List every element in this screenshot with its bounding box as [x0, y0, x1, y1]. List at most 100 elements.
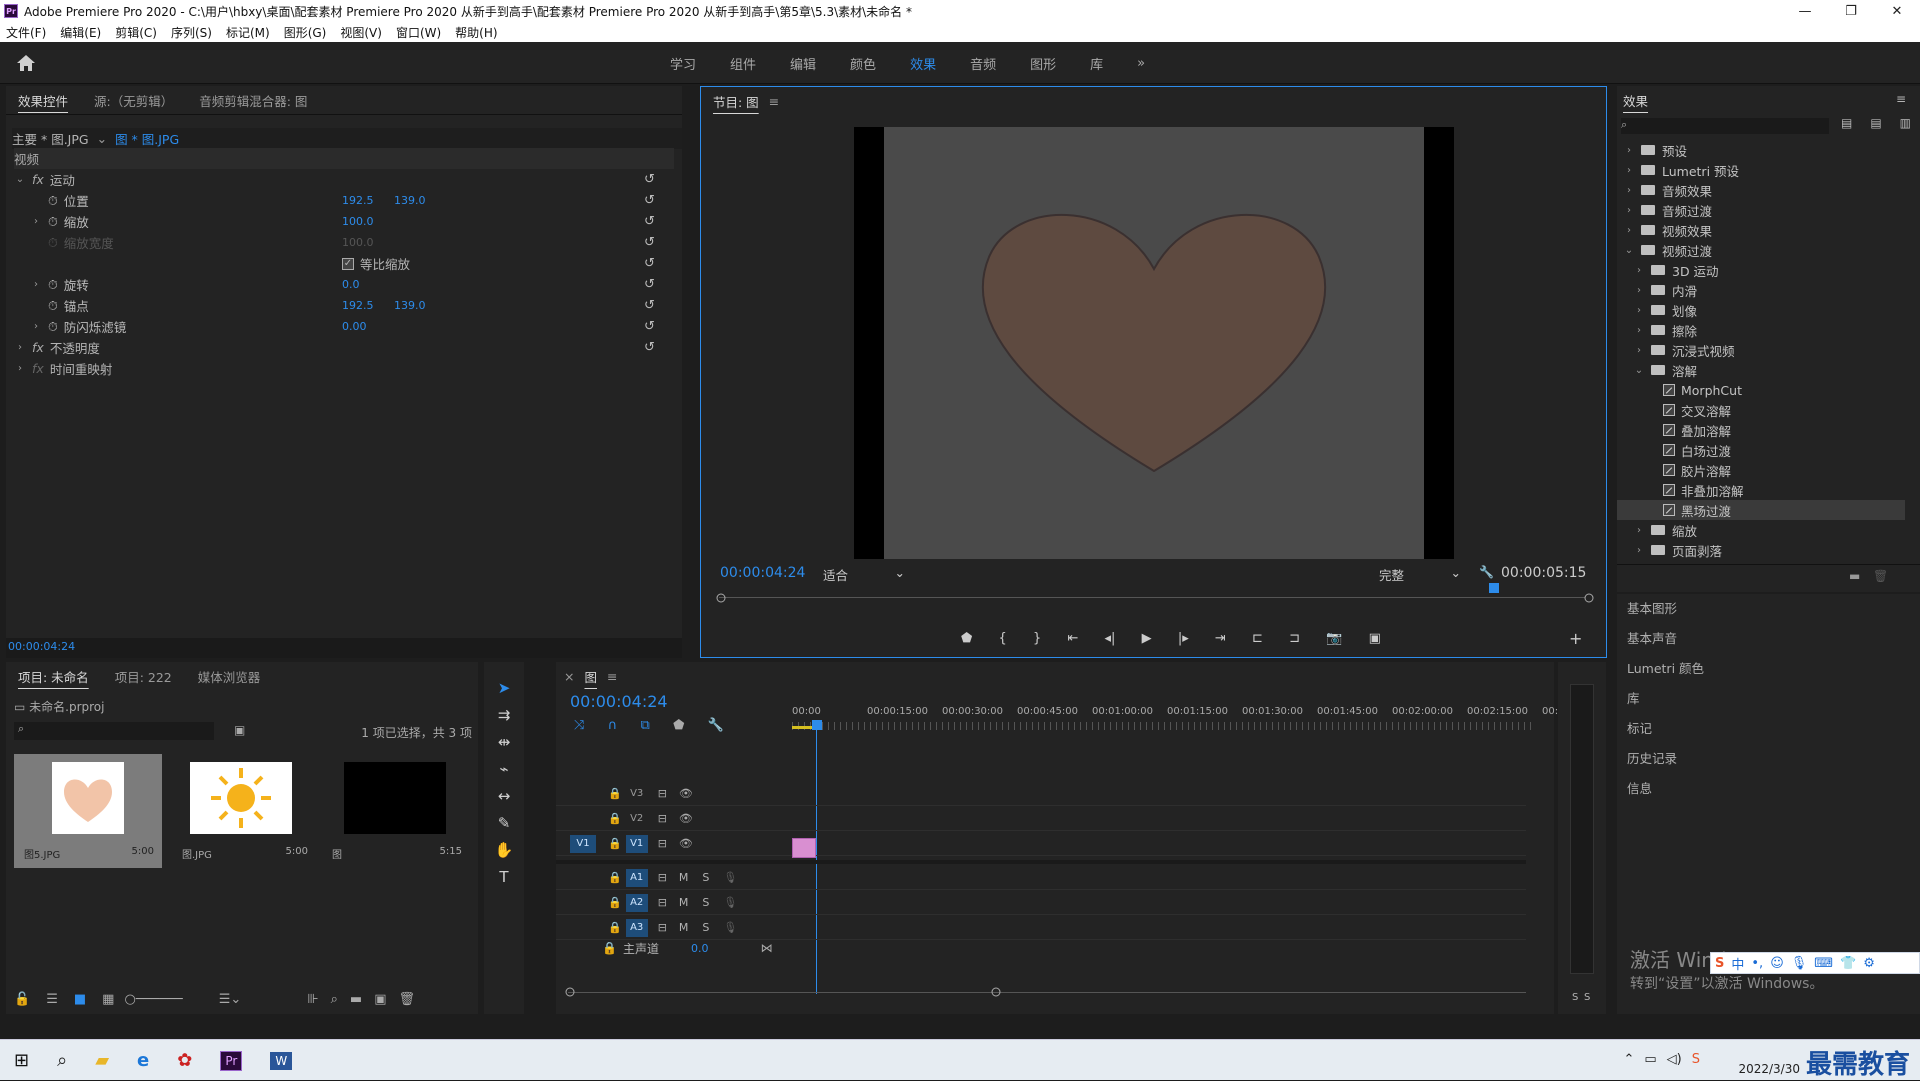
stopwatch-icon[interactable]: ⏱	[48, 193, 58, 209]
effects-folder[interactable]: › 划像	[1633, 300, 1920, 320]
effect-item[interactable]: 非叠加溶解	[1643, 480, 1920, 500]
tab-audio-clip-mixer[interactable]: 音频剪辑混合器: 图	[199, 91, 307, 110]
panel-menu-icon[interactable]: ≡	[769, 94, 779, 109]
stopwatch-icon[interactable]: ⏱	[48, 277, 58, 293]
side-markers[interactable]: 标记	[1627, 718, 1652, 737]
effects-folder[interactable]: › 缩放	[1633, 520, 1920, 540]
tab-media-browser[interactable]: 媒体浏览器	[198, 667, 261, 686]
workspace-libraries[interactable]: 库	[1090, 54, 1103, 73]
delete-icon[interactable]: 🗑	[1873, 569, 1888, 583]
mark-in-icon[interactable]: {	[999, 631, 1007, 649]
zoom-slider[interactable]: ○──────	[124, 992, 182, 1007]
side-essential-graphics[interactable]: 基本图形	[1627, 598, 1677, 617]
motion-row[interactable]: ⌄ fx 运动 ↺	[14, 169, 674, 190]
panel-menu-icon[interactable]: ≡	[1896, 92, 1906, 106]
selection-tool-icon[interactable]: ➤	[494, 678, 514, 698]
side-history[interactable]: 历史记录	[1627, 748, 1677, 767]
opacity-row[interactable]: › fx 不透明度 ↺	[14, 337, 674, 358]
start-icon[interactable]: ⊞	[14, 1050, 29, 1071]
menu-clip[interactable]: 剪辑(C)	[115, 24, 157, 41]
step-forward-icon[interactable]: |▸	[1178, 631, 1189, 649]
effects-folder[interactable]: › 3D 运动	[1633, 260, 1920, 280]
add-marker-icon[interactable]: ⬟	[961, 631, 972, 649]
mark-out-icon[interactable]: }	[1033, 631, 1041, 649]
side-libraries[interactable]: 库	[1627, 688, 1640, 707]
menu-sequence[interactable]: 序列(S)	[171, 24, 212, 41]
time-remap-row[interactable]: › fx 时间重映射	[14, 358, 674, 379]
reset-icon[interactable]: ↺	[644, 235, 658, 250]
search-icon[interactable]: ⌕	[57, 1050, 67, 1071]
clip-label[interactable]: 图 * 图.JPG	[115, 129, 179, 148]
reset-icon[interactable]: ↺	[644, 214, 658, 229]
microphone-icon[interactable]: 🎙	[723, 921, 737, 934]
minimize-button[interactable]: —	[1782, 0, 1828, 22]
sync-lock-icon[interactable]: ⊟	[658, 871, 667, 884]
eye-icon[interactable]: 👁	[679, 812, 693, 825]
find-icon[interactable]: ⌕	[331, 992, 338, 1007]
sort-icon[interactable]: ☰⌄	[219, 992, 242, 1007]
panel-menu-icon[interactable]: ≡	[607, 669, 617, 684]
reset-icon[interactable]: ↺	[644, 319, 658, 334]
program-timecode[interactable]: 00:00:04:24	[720, 565, 805, 581]
microphone-icon[interactable]: 🎙	[723, 896, 737, 909]
lock-icon[interactable]: 🔒	[602, 941, 617, 955]
workspace-color[interactable]: 颜色	[850, 54, 876, 73]
effects-folder[interactable]: › 音频效果	[1623, 180, 1920, 200]
property-value[interactable]: 0.00	[342, 320, 367, 333]
list-view-icon[interactable]: ☰	[46, 992, 58, 1007]
delete-icon[interactable]: 🗑	[399, 992, 416, 1007]
tab-effect-controls[interactable]: 效果控件	[18, 91, 68, 110]
tab-sequence[interactable]: 图	[584, 667, 597, 686]
close-button[interactable]: ✕	[1874, 0, 1920, 22]
edge-icon[interactable]: e	[137, 1050, 149, 1071]
menu-edit[interactable]: 编辑(E)	[60, 24, 101, 41]
add-marker-icon[interactable]: ⬟	[673, 718, 684, 733]
menu-help[interactable]: 帮助(H)	[455, 24, 497, 41]
sogou-tray-icon[interactable]: S	[1692, 1052, 1700, 1067]
lock-icon[interactable]: 🔒	[608, 871, 622, 884]
icon-view-icon[interactable]: ■	[74, 992, 86, 1007]
tab-source[interactable]: 源:（无剪辑）	[94, 91, 173, 110]
network-icon[interactable]: ▭	[1644, 1052, 1656, 1067]
reset-icon[interactable]: ↺	[644, 193, 658, 208]
project-item[interactable]: 图 5:15	[322, 754, 470, 868]
menu-graphics[interactable]: 图形(G)	[284, 24, 327, 41]
type-tool-icon[interactable]: T	[494, 867, 514, 887]
project-item[interactable]: 图.JPG 5:00	[168, 754, 316, 868]
step-back-icon[interactable]: ◂|	[1105, 631, 1116, 649]
volume-icon[interactable]: ◁)	[1667, 1052, 1682, 1067]
stopwatch-icon[interactable]: ⏱	[48, 298, 58, 314]
wrench-icon[interactable]: 🔧	[1479, 565, 1494, 579]
32bit-effects-icon[interactable]: ▤	[1870, 116, 1881, 134]
lock-icon[interactable]: 🔒	[608, 787, 622, 800]
effects-folder[interactable]: ⌄ 视频过渡	[1623, 240, 1920, 260]
effect-item[interactable]: 交叉溶解	[1643, 400, 1920, 420]
property-value-2[interactable]: 139.0	[394, 299, 426, 312]
microphone-icon[interactable]: 🎙	[723, 871, 737, 884]
premiere-icon[interactable]: Pr	[220, 1050, 243, 1071]
lift-icon[interactable]: ⊏	[1252, 631, 1263, 649]
nest-icon[interactable]: ⤨	[574, 718, 584, 733]
go-to-next-icon[interactable]: ⋈	[760, 941, 772, 955]
checkbox[interactable]: ✓	[342, 257, 354, 270]
word-icon[interactable]: W	[270, 1051, 293, 1070]
effects-folder[interactable]: ⌄ 溶解	[1633, 360, 1920, 380]
maximize-button[interactable]: ❐	[1828, 0, 1874, 22]
workspace-editing[interactable]: 编辑	[790, 54, 816, 73]
effect-item[interactable]: 叠加溶解	[1643, 420, 1920, 440]
new-bin-icon[interactable]: ▬	[350, 992, 362, 1007]
ime-toolbar[interactable]: S 中 •, ☺ 🎙 ⌨ 👕 ⚙	[1710, 952, 1920, 974]
freeform-view-icon[interactable]: ▦	[102, 992, 114, 1007]
workspace-more[interactable]: »	[1137, 56, 1145, 71]
source-patch[interactable]	[570, 810, 596, 828]
tab-effects[interactable]: 效果	[1623, 91, 1648, 110]
workspace-graphics[interactable]: 图形	[1030, 54, 1056, 73]
source-patch[interactable]	[570, 785, 596, 803]
effects-folder[interactable]: › Lumetri 预设	[1623, 160, 1920, 180]
accelerated-effects-icon[interactable]: ▤	[1841, 116, 1852, 134]
effect-item[interactable]: MorphCut	[1643, 380, 1920, 400]
quality-dropdown[interactable]: 完整 ⌄	[1379, 565, 1465, 583]
reset-icon[interactable]: ↺	[644, 256, 658, 271]
playhead-handle[interactable]	[812, 720, 822, 730]
sync-lock-icon[interactable]: ⊟	[658, 896, 667, 909]
